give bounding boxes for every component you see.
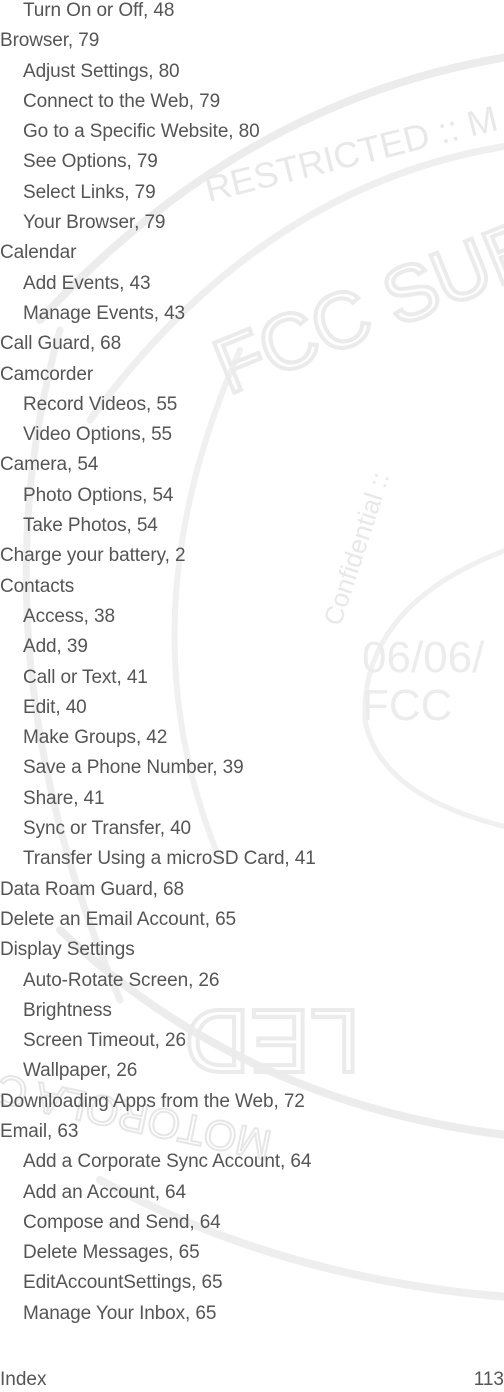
index-subentry: Edit, 40 — [23, 696, 87, 718]
index-subentry: Manage Events, 43 — [23, 302, 186, 324]
index-entry: Camera, 54 — [0, 454, 99, 476]
index-subentry: Save a Phone Number, 39 — [23, 757, 244, 779]
index-entry: Camcorder — [0, 363, 94, 385]
index-subentry: Video Options, 55 — [23, 424, 173, 446]
index-subentry: Access, 38 — [23, 605, 115, 627]
index-subentry: Add an Account, 64 — [23, 1181, 186, 1203]
index-subentry: Add a Corporate Sync Account, 64 — [23, 1151, 312, 1173]
watermark-text-confidential: Confidential :: — [318, 468, 396, 628]
index-subentry: Share, 41 — [23, 787, 105, 809]
page-footer: Index 113 — [0, 1368, 504, 1392]
index-subentry: Call or Text, 41 — [23, 666, 148, 688]
index-entry: Charge your battery, 2 — [0, 545, 186, 567]
index-subentry: Add, 39 — [23, 636, 88, 658]
index-subentry: Sync or Transfer, 40 — [23, 818, 192, 840]
index-entry: Email, 63 — [0, 1120, 79, 1142]
index-subentry: Auto-Rotate Screen, 26 — [23, 969, 220, 991]
index-subentry: Compose and Send, 64 — [23, 1211, 221, 1233]
index-subentry: Delete Messages, 65 — [23, 1242, 200, 1264]
index-entry: Calendar — [0, 242, 77, 264]
index-subentry: Screen Timeout, 26 — [23, 1030, 186, 1052]
watermark-text-fcc: FCC — [362, 681, 452, 730]
footer-section-label: Index — [0, 1369, 47, 1390]
index-subentry: Your Browser, 79 — [23, 212, 166, 234]
index-subentry: Wallpaper, 26 — [23, 1060, 138, 1082]
index-entry: Display Settings — [0, 939, 135, 961]
index-subentry: Record Videos, 55 — [23, 393, 178, 415]
index-entry-list: Turn On or Off, 48 Browser, 79 Adjust Sett… — [0, 0, 316, 1329]
watermark-arc-right-bottom — [362, 717, 504, 829]
index-subentry: Go to a Specific Website, 80 — [23, 121, 260, 143]
index-entry: Data Roam Guard, 68 — [0, 878, 184, 900]
index-entry: Call Guard, 68 — [0, 333, 122, 355]
index-subentry: Select Links, 79 — [23, 181, 156, 203]
index-subentry: Make Groups, 42 — [23, 727, 168, 749]
footer-page-number: 113 — [473, 1369, 504, 1390]
index-entry: Contacts — [0, 575, 75, 597]
watermark-arc-right — [362, 548, 504, 723]
watermark-text-date: 06/06/ — [362, 633, 485, 682]
index-subentry: See Options, 79 — [23, 151, 158, 173]
index-subentry: Manage Your Inbox, 65 — [23, 1302, 217, 1324]
index-subentry: Turn On or Off, 48 — [23, 0, 175, 21]
index-subentry: Brightness — [23, 999, 112, 1021]
index-subentry: Add Events, 43 — [23, 272, 151, 294]
index-subentry: Adjust Settings, 80 — [23, 60, 180, 82]
index-subentry: Transfer Using a microSD Card, 41 — [23, 848, 316, 870]
index-entry: Browser, 79 — [0, 30, 100, 52]
index-entry: Downloading Apps from the Web, 72 — [0, 1090, 305, 1112]
index-subentry: EditAccountSettings, 65 — [23, 1272, 223, 1294]
index-subentry: Take Photos, 54 — [23, 515, 158, 537]
index-subentry: Connect to the Web, 79 — [23, 90, 221, 112]
index-subentry: Photo Options, 54 — [23, 484, 174, 506]
index-entry: Delete an Email Account, 65 — [0, 908, 236, 930]
